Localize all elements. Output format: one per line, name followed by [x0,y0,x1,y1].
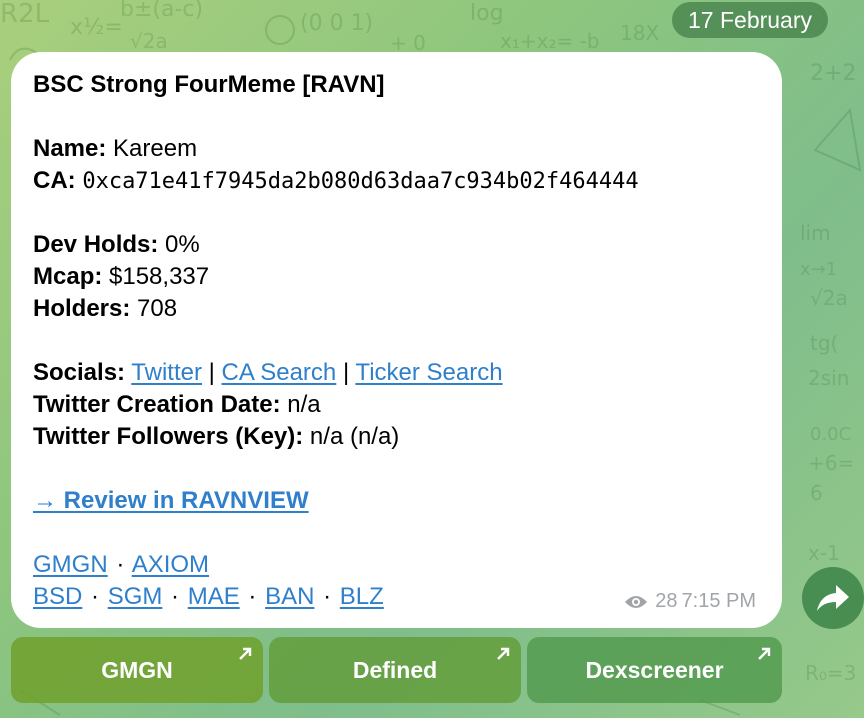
dev-holds-row: Dev Holds: 0% [33,229,782,261]
arrow-up-right-icon [239,647,252,660]
gmgn-link[interactable]: GMGN [33,551,108,578]
holders-label: Holders: [33,295,131,322]
ca-value[interactable]: 0xca71e41f7945da2b080d63daa7c934b02f4644… [82,169,638,194]
arrow-up-right-icon [497,647,510,660]
link-separator: · [323,583,332,610]
review-row: → Review in RAVNVIEW [33,485,782,517]
forward-button[interactable] [802,567,864,629]
sgm-link[interactable]: SGM [108,583,163,610]
eye-icon [625,595,648,608]
message-time: 7:15 PM [681,590,756,612]
mcap-label: Mcap: [33,263,103,290]
mae-link[interactable]: MAE [188,583,240,610]
svg-text:6: 6 [810,481,823,505]
svg-text:+6=: +6= [808,451,854,475]
svg-text:18X: 18X [620,21,659,45]
message-bubble: BSC Strong FourMeme [RAVN] Name: Kareem … [11,52,782,628]
mcap-value: $158,337 [109,263,210,290]
svg-text:R2L: R2L [0,0,50,29]
twitter-date-value: n/a [287,391,321,418]
link-separator: · [91,583,100,610]
dev-holds-value: 0% [165,231,200,258]
socials-row: Socials: Twitter | CA Search | Ticker Se… [33,357,782,389]
svg-text:tg(: tg( [810,331,838,355]
defined-button[interactable]: Defined [269,637,521,703]
blz-link[interactable]: BLZ [340,583,384,610]
twitter-date-row: Twitter Creation Date: n/a [33,389,782,421]
svg-text:x½=: x½= [70,15,123,40]
socials-separator: | [342,359,350,386]
twitter-followers-value: n/a (n/a) [309,423,400,450]
date-separator-chip: 17 February [672,2,829,38]
message-title: BSC Strong FourMeme [RAVN] [33,71,385,98]
svg-text:b±(a-c): b±(a-c) [120,0,203,22]
svg-text:0.0C: 0.0C [810,424,851,445]
svg-text:x-1: x-1 [808,541,840,565]
link-separator: · [171,583,180,610]
socials-label: Socials: [33,359,126,386]
svg-text:R₀=3: R₀=3 [805,661,856,685]
view-count: 28 [655,590,678,612]
name-row: Name: Kareem [33,133,782,165]
links-row-1: GMGN · AXIOM [33,549,782,581]
ticker-search-link[interactable]: Ticker Search [355,359,502,386]
twitter-followers-row: Twitter Followers (Key): n/a (n/a) [33,421,782,453]
mcap-row: Mcap: $158,337 [33,261,782,293]
bsd-link[interactable]: BSD [33,583,82,610]
name-label: Name: [33,135,107,162]
svg-text:(0 0 1): (0 0 1) [300,11,373,36]
ca-row: CA: 0xca71e41f7945da2b080d63daa7c934b02f… [33,165,782,197]
dexscreener-button[interactable]: Dexscreener [527,637,782,703]
ca-label: CA: [33,167,76,194]
socials-separator: | [208,359,215,386]
message-meta: 28 7:15 PM [624,590,756,613]
svg-text:2sin: 2sin [808,366,849,390]
arrow-up-right-icon [758,647,771,660]
holders-value: 708 [137,295,178,322]
svg-text:x₁+x₂= -b: x₁+x₂= -b [500,29,600,53]
defined-button-label: Defined [352,656,438,683]
svg-text:2+2: 2+2 [810,61,856,86]
review-ravnview-link[interactable]: → Review in RAVNVIEW [33,487,309,514]
twitter-link[interactable]: Twitter [131,359,202,386]
axiom-link[interactable]: AXIOM [132,551,209,578]
dev-holds-label: Dev Holds: [33,231,159,258]
gmgn-button-label: GMGN [101,656,173,683]
svg-text:x→1: x→1 [800,259,837,280]
ban-link[interactable]: BAN [265,583,314,610]
link-separator: · [116,551,125,578]
share-arrow-icon [817,585,849,611]
svg-text:√2a: √2a [130,29,168,53]
twitter-date-label: Twitter Creation Date: [33,391,281,418]
holders-row: Holders: 708 [33,293,782,325]
link-separator: · [248,583,257,610]
svg-text:lim: lim [800,221,831,245]
gmgn-button[interactable]: GMGN [11,637,263,703]
twitter-followers-label: Twitter Followers (Key): [33,423,304,450]
svg-text:log: log [470,1,504,26]
ca-search-link[interactable]: CA Search [222,359,337,386]
svg-text:√2a: √2a [810,286,848,310]
dexscreener-button-label: Dexscreener [585,656,724,683]
name-value: Kareem [113,135,198,162]
